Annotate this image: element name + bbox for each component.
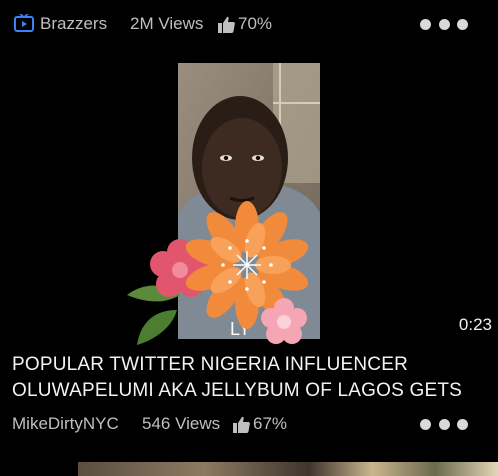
more-options-button[interactable] <box>420 9 468 39</box>
next-video-thumbnail[interactable] <box>78 462 498 476</box>
more-dot <box>457 18 468 30</box>
view-count: 2M Views <box>130 14 204 33</box>
thumbs-up-icon <box>218 16 235 33</box>
rating-value: 70% <box>238 14 273 33</box>
video-meta: MikeDirtyNYC 546 Views 67% <box>0 409 498 439</box>
more-dot <box>438 418 450 430</box>
flower-sticker-icon <box>127 201 309 345</box>
channel-name[interactable]: Brazzers <box>40 9 107 39</box>
video-duration: 0:23 <box>458 315 492 334</box>
rating-value: 67% <box>253 414 288 433</box>
rating: 70% <box>218 9 272 39</box>
more-dot <box>457 418 468 430</box>
tv-play-icon <box>14 14 34 32</box>
thumbs-up-icon <box>233 416 250 433</box>
more-dot <box>420 418 431 430</box>
video-title-line: OLUWAPELUMI AKA JELLYBUM OF LAGOS GETS <box>12 380 462 401</box>
rating: 67% <box>233 409 287 439</box>
view-count: 546 Views <box>142 414 221 433</box>
video-title[interactable]: POPULAR TWITTER NIGERIA INFLUENCER OLUWA… <box>12 352 492 404</box>
top-video-meta: Brazzers 2M Views 70% <box>0 9 498 39</box>
video-title-line: POPULAR TWITTER NIGERIA INFLUENCER <box>12 354 409 375</box>
more-options-button[interactable] <box>420 409 468 439</box>
more-dot <box>438 18 450 30</box>
uploader-name[interactable]: MikeDirtyNYC <box>12 409 119 439</box>
more-dot <box>420 18 431 30</box>
